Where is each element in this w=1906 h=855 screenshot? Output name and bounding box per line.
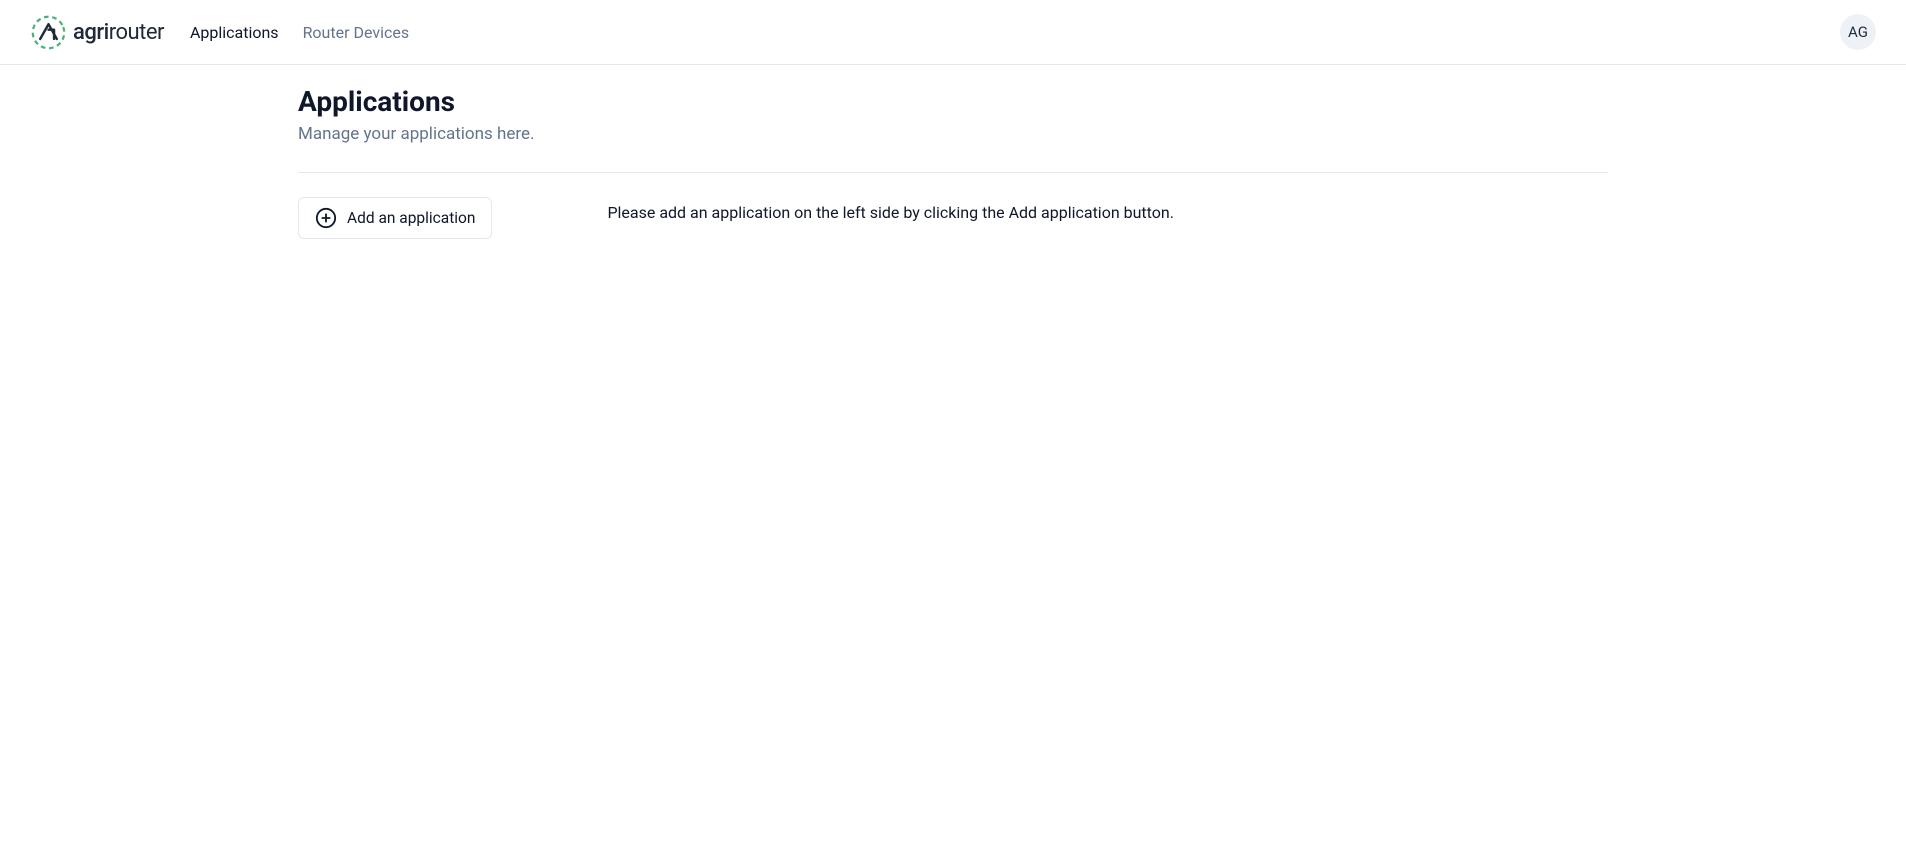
page-subtitle: Manage your applications here.	[298, 124, 1608, 144]
plus-circle-icon	[315, 207, 337, 229]
page-content: Applications Manage your applications he…	[298, 65, 1608, 239]
main-layout: Add an application Please add an applica…	[298, 197, 1608, 239]
brand-logo[interactable]: agrirouter	[30, 14, 164, 51]
add-application-label: Add an application	[347, 209, 475, 227]
page-title: Applications	[298, 85, 1608, 118]
header: agrirouter Applications Router Devices A…	[0, 0, 1906, 65]
main-panel: Please add an application on the left si…	[607, 197, 1173, 239]
main-nav: Applications Router Devices	[190, 23, 409, 42]
header-left: agrirouter Applications Router Devices	[30, 14, 409, 51]
sidebar-actions: Add an application	[298, 197, 492, 239]
nav-applications[interactable]: Applications	[190, 23, 279, 42]
nav-router-devices[interactable]: Router Devices	[303, 23, 410, 42]
brand-logo-icon	[30, 14, 67, 51]
add-application-button[interactable]: Add an application	[298, 197, 492, 239]
brand-name: agrirouter	[73, 20, 164, 45]
user-avatar[interactable]: AG	[1840, 14, 1876, 50]
empty-state-text: Please add an application on the left si…	[607, 197, 1173, 222]
section-divider	[298, 172, 1608, 173]
